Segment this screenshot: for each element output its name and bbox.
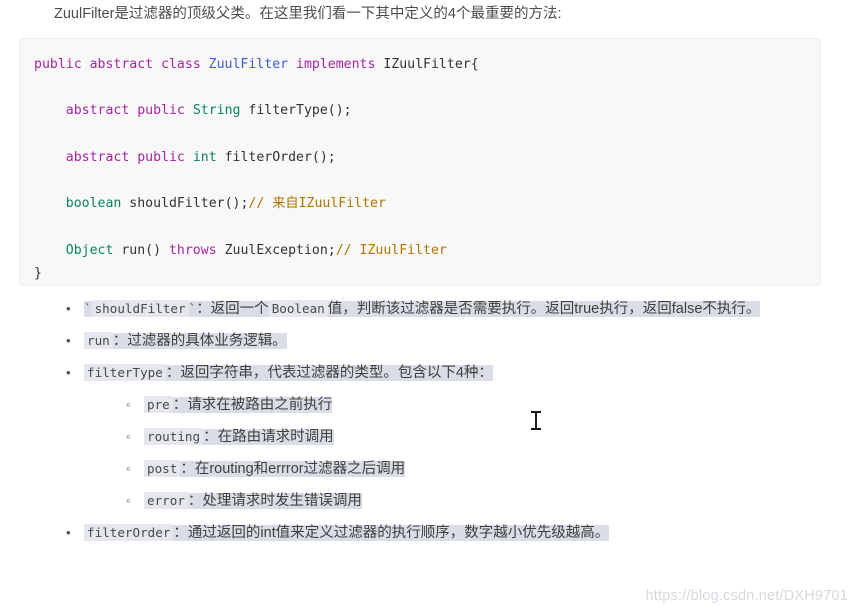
bullet-marker-icon: • xyxy=(66,301,71,316)
intro-paragraph: ZuulFilter是过滤器的顶级父类。在这里我们看一下其中定义的4个最重要的方… xyxy=(54,6,562,22)
bullet-marker-hollow-icon: ◦ xyxy=(126,429,131,444)
watermark-url: https://blog.csdn.net/DXH9701 xyxy=(645,588,848,604)
inline-code-filterorder: filterOrder xyxy=(84,524,174,541)
list-item-shouldfilter-text-2: 值，判断该过滤器是否需要执行。返回true执行，返回false不执行。 xyxy=(327,301,761,317)
list-item-post: ◦ post ：在routing和errror过滤器之后调用 xyxy=(120,456,850,482)
code-token: throws xyxy=(168,242,225,258)
code-token: abstract public xyxy=(65,149,193,165)
code-token: shouldFilter(); xyxy=(129,196,249,212)
list-item-error-text: ：处理请求时发生错误调用 xyxy=(187,493,362,509)
inline-code-boolean: Boolean xyxy=(268,300,328,317)
list-item-run: • run ：过滤器的具体业务逻辑。 xyxy=(60,328,850,354)
list-item-pre: ◦ pre ：请求在被路由之前执行 xyxy=(120,392,850,418)
list-item-routing: ◦ routing ：在路由请求时调用 xyxy=(120,424,850,450)
list-item-run-body: run ：过滤器的具体业务逻辑。 xyxy=(84,332,287,349)
bullet-marker-hollow-icon: ◦ xyxy=(126,493,131,508)
code-token: String xyxy=(192,103,249,119)
inline-code-shouldfilter: shouldFilter xyxy=(91,300,189,317)
method-description-list: • ` shouldFilter `：返回一个 Boolean 值，判断该过滤器是否需要… xyxy=(60,296,850,552)
code-token: int xyxy=(192,149,225,165)
code-block-content: public abstract class ZuulFilter impleme… xyxy=(20,53,820,285)
list-item-filtertype-text: ：返回字符串，代表过滤器的类型。包含以下4种： xyxy=(165,365,493,381)
list-item-pre-body: pre ：请求在被路由之前执行 xyxy=(144,396,333,413)
list-item-shouldfilter-text-1: ：返回一个 xyxy=(196,301,269,317)
list-item-post-text: ：在routing和errror过滤器之后调用 xyxy=(180,461,406,477)
bullet-marker-icon: • xyxy=(66,525,71,540)
list-item-filtertype: • filterType ：返回字符串，代表过滤器的类型。包含以下4种： xyxy=(60,360,850,386)
inline-code-backtick-open: ` xyxy=(84,301,92,316)
bullet-marker-hollow-icon: ◦ xyxy=(126,461,131,476)
list-item-filterorder: • filterOrder ：通过返回的int值来定义过滤器的执行顺序，数字越小优… xyxy=(60,520,850,546)
code-token: implements xyxy=(296,57,384,72)
code-token: Object xyxy=(65,242,122,258)
list-item-filterorder-text: ：通过返回的int值来定义过滤器的执行顺序，数字越小优先级越高。 xyxy=(173,525,610,541)
code-token: filterType(); xyxy=(248,103,352,119)
code-token: // IZuulFilter xyxy=(335,242,447,258)
list-item-pre-text: ：请求在被路由之前执行 xyxy=(172,397,333,413)
list-item-shouldfilter-body: ` shouldFilter `：返回一个 Boolean 值，判断该过滤器是否需要执行… xyxy=(84,300,761,317)
document-page: ZuulFilter是过滤器的顶级父类。在这里我们看一下其中定义的4个最重要的方… xyxy=(0,0,854,609)
inline-code-run: run xyxy=(84,332,113,349)
list-item-routing-text: ：在路由请求时调用 xyxy=(203,429,334,445)
bullet-marker-icon: • xyxy=(66,333,71,348)
bullet-marker-hollow-icon: ◦ xyxy=(126,397,131,412)
code-token: ZuulException; xyxy=(224,242,336,258)
code-token: run() xyxy=(121,242,169,258)
inline-code-post: post xyxy=(144,460,181,477)
code-token: } xyxy=(34,265,42,281)
list-item-error-body: error ：处理请求时发生错误调用 xyxy=(144,492,362,509)
code-token: // 来自IZuulFilter xyxy=(248,196,386,212)
inline-code-pre: pre xyxy=(144,396,173,413)
list-item-error: ◦ error ：处理请求时发生错误调用 xyxy=(120,488,850,514)
code-token: public abstract class xyxy=(34,57,209,72)
bullet-marker-icon: • xyxy=(66,365,71,380)
list-item-routing-body: routing ：在路由请求时调用 xyxy=(144,428,334,445)
list-item-filtertype-body: filterType ：返回字符串，代表过滤器的类型。包含以下4种： xyxy=(84,364,493,381)
inline-code-routing: routing xyxy=(144,428,204,445)
code-token: abstract public xyxy=(65,103,193,119)
code-block[interactable]: public abstract class ZuulFilter impleme… xyxy=(19,38,821,286)
code-token: ZuulFilter xyxy=(208,57,297,72)
code-token: filterOrder(); xyxy=(224,149,336,165)
inline-code-filtertype: filterType xyxy=(84,364,166,381)
list-item-filterorder-body: filterOrder ：通过返回的int值来定义过滤器的执行顺序，数字越小优先级… xyxy=(84,524,610,541)
code-token: boolean xyxy=(65,196,130,212)
filtertype-sublist: ◦ pre ：请求在被路由之前执行 ◦ routing ：在路由请求时调用 ◦ po… xyxy=(60,392,850,514)
inline-code-error: error xyxy=(144,492,188,509)
list-item-shouldfilter: • ` shouldFilter `：返回一个 Boolean 值，判断该过滤器是否需要… xyxy=(60,296,850,322)
list-item-post-body: post ：在routing和errror过滤器之后调用 xyxy=(144,460,406,477)
code-token: IZuulFilter{ xyxy=(383,57,479,72)
list-item-run-text: ：过滤器的具体业务逻辑。 xyxy=(112,333,287,349)
